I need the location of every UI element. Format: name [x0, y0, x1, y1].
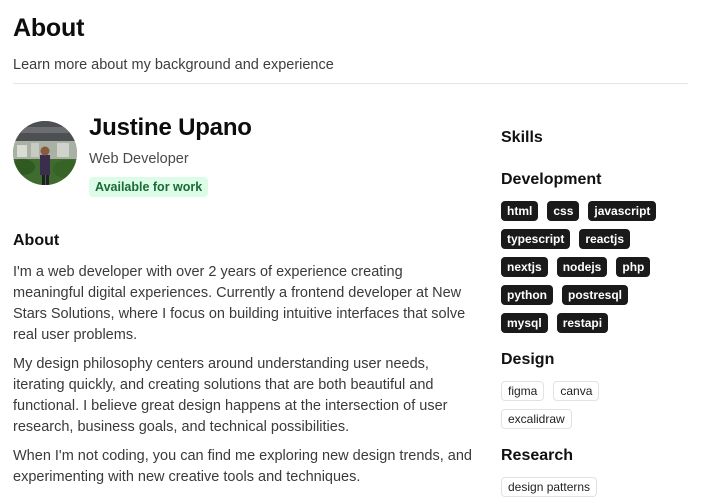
about-paragraph: I'm a web developer with over 2 years of…	[13, 264, 466, 343]
tag-row: python postresql	[501, 285, 629, 305]
tag-row: typescript reactjs	[501, 229, 631, 249]
tag-row: html css javascript	[501, 201, 657, 221]
skill-tag: excalidraw	[501, 409, 572, 429]
skill-tag: canva	[553, 381, 600, 401]
skill-tag: postresql	[562, 285, 629, 305]
skill-tag: python	[501, 285, 553, 305]
skill-tag: html	[501, 201, 539, 221]
skill-tag: mysql	[501, 313, 548, 333]
skill-group-title-research: Research	[501, 447, 574, 464]
skill-tag: nextjs	[501, 257, 548, 277]
header-divider	[13, 83, 688, 84]
about-paragraph: When I'm not coding, you can find me exp…	[13, 448, 472, 485]
skill-tag: figma	[501, 381, 545, 401]
avatar	[13, 121, 77, 185]
about-heading: About	[13, 232, 60, 249]
skill-tag: typescript	[501, 229, 571, 249]
skill-tag: css	[547, 201, 580, 221]
status-badge: Available for work	[89, 177, 209, 197]
tag-row: nextjs nodejs php	[501, 257, 651, 277]
skill-group-title-design: Design	[501, 351, 555, 368]
profile-name: Justine Upano	[89, 114, 252, 141]
avatar-photo	[13, 121, 77, 185]
skill-tag: design patterns	[501, 477, 598, 497]
skill-group-title-development: Development	[501, 171, 602, 188]
skill-tag: restapi	[556, 313, 609, 333]
profile-role: Web Developer	[89, 151, 189, 167]
page-subtitle: Learn more about my background and exper…	[13, 57, 334, 73]
skill-tag: javascript	[588, 201, 657, 221]
page-title: About	[13, 14, 85, 42]
about-paragraph: My design philosophy centers around unde…	[13, 356, 448, 435]
skills-title: Skills	[501, 129, 543, 146]
skill-tag: reactjs	[579, 229, 631, 249]
tag-row: mysql restapi	[501, 313, 609, 333]
tag-row: design patterns	[501, 477, 598, 497]
tag-row: figma canva	[501, 381, 600, 401]
tag-row: excalidraw	[501, 409, 572, 429]
skill-tag: nodejs	[556, 257, 608, 277]
skill-tag: php	[616, 257, 651, 277]
